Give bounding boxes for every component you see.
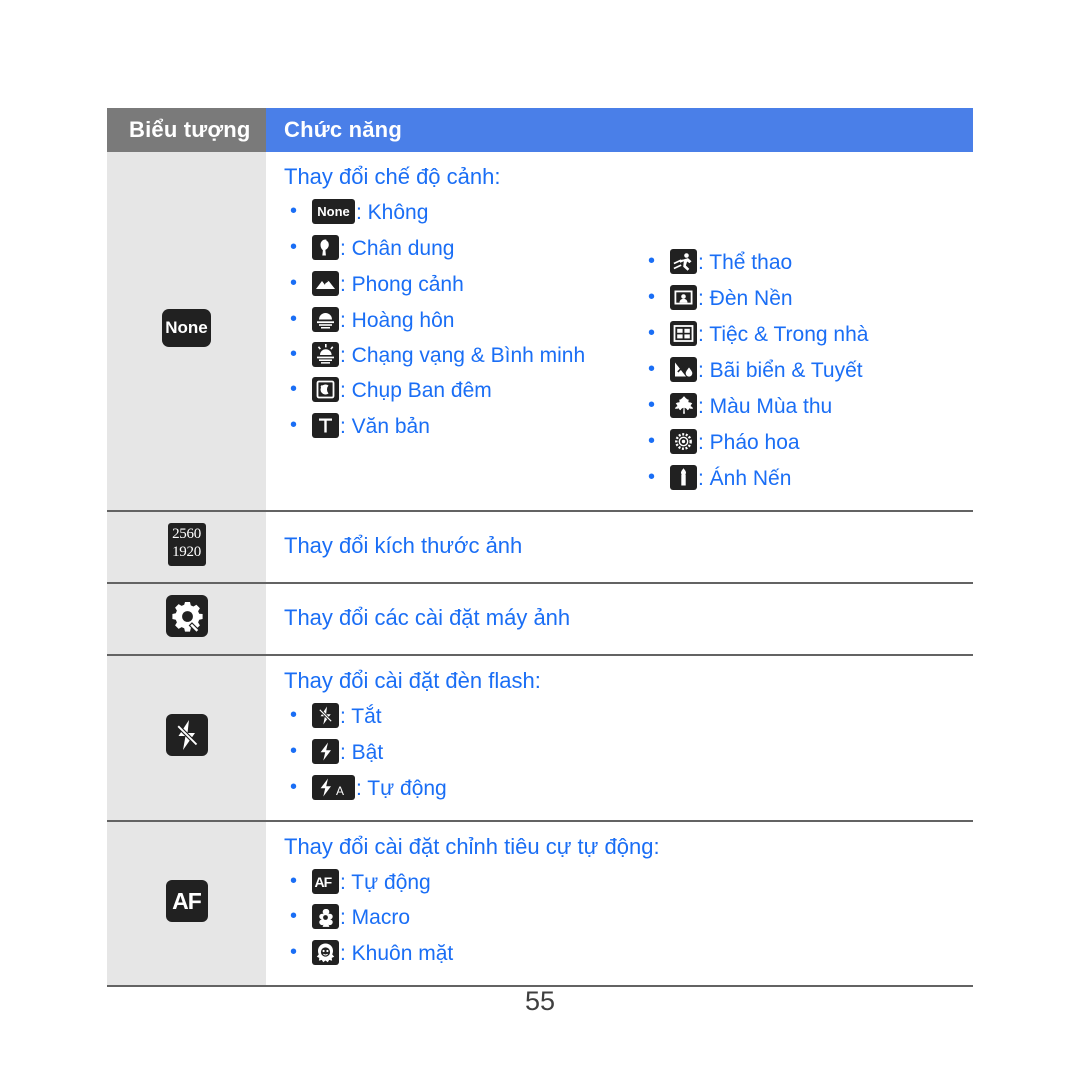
flash-auto-icon: A (312, 774, 355, 800)
scene-none-icon: None (312, 199, 355, 224)
list-item: : Bật (284, 734, 963, 770)
scene-none-icon: None (162, 309, 211, 348)
function-cell-autofocus-settings: Thay đổi cài đặt chỉnh tiêu cự tự động: … (266, 820, 973, 988)
party-icon (670, 320, 697, 346)
list-item: : Chạng vạng & Bình minh (284, 338, 632, 372)
svg-text:A: A (336, 784, 344, 798)
camera-icon-reference-table: Biểu tượng Chức năng None Thay đổi chế đ… (107, 108, 973, 988)
scene-mode-title: Thay đổi chế độ cảnh: (284, 164, 501, 189)
portrait-icon (312, 234, 339, 260)
table-row-scene-mode: None Thay đổi chế độ cảnh: None: Không (107, 152, 973, 512)
text-icon (312, 412, 339, 438)
gear-icon (165, 595, 208, 638)
table-header-row: Biểu tượng Chức năng (107, 108, 973, 152)
svg-text:AF: AF (315, 874, 333, 890)
landscape-icon (312, 270, 339, 296)
autofocus-icon: AF (165, 879, 208, 922)
list-item: : Chụp Ban đêm (284, 372, 634, 408)
flash-options: : Tắt : Bật (284, 698, 963, 806)
flash-settings-title: Thay đổi cài đặt đèn flash: (284, 667, 541, 693)
list-item: : Macro (284, 899, 963, 935)
list-item: : Văn bản (284, 408, 634, 444)
list-item: : Màu Mùa thu (642, 388, 868, 424)
sports-icon (670, 249, 697, 274)
dawn-icon (312, 341, 339, 367)
function-cell-photo-size: Thay đổi kích thước ảnh (266, 510, 973, 584)
list-item: : Phong cảnh (284, 266, 634, 302)
autofocus-settings-title: Thay đổi cài đặt chỉnh tiêu cự tự động: (284, 833, 660, 859)
camera-settings-title: Thay đổi các cài đặt máy ảnh (284, 604, 571, 630)
table-row-camera-settings: Thay đổi các cài đặt máy ảnh (107, 582, 973, 656)
list-item: A : Tự động (284, 770, 963, 806)
af-auto-icon: AF (312, 868, 339, 894)
document-page: Biểu tượng Chức năng None Thay đổi chế đ… (0, 0, 1080, 1080)
list-item: : Bãi biển & Tuyết (642, 352, 868, 388)
header-icon-column: Biểu tượng (107, 108, 266, 152)
page-number: 55 (524, 986, 556, 1016)
list-item: : Đèn Nền (642, 280, 868, 316)
beach-snow-icon (670, 356, 697, 382)
list-item: : Hoàng hôn (284, 302, 634, 338)
autumn-leaf-icon (670, 392, 697, 418)
list-item: None: Không (284, 194, 634, 230)
scene-options-right: : Thể thao : Đèn Nền (642, 244, 868, 496)
table-body: None Thay đổi chế độ cảnh: None: Không (107, 152, 973, 988)
list-item: : Tiệc & Trong nhà (642, 316, 868, 352)
candle-icon (670, 464, 697, 490)
icon-cell-autofocus-settings: AF (107, 820, 266, 988)
icon-cell-flash-settings (107, 654, 266, 822)
table-row-photo-size: 2560 1920 Thay đổi kích thước ảnh (107, 510, 973, 584)
table-header: Biểu tượng Chức năng (107, 108, 973, 152)
function-cell-scene-mode: Thay đổi chế độ cảnh: None: Không (266, 152, 973, 512)
icon-cell-camera-settings (107, 582, 266, 656)
scene-options-left: None: Không : Chân dung (284, 194, 634, 444)
scene-options-columns: None: Không : Chân dung (284, 194, 963, 496)
list-item: AF : Tự động (284, 864, 963, 900)
sunset-icon (312, 306, 339, 332)
firework-icon (670, 428, 697, 454)
resolution-icon: 2560 1920 (167, 522, 206, 566)
macro-flower-icon (312, 904, 339, 930)
face-detect-icon (312, 940, 339, 966)
photo-size-title: Thay đổi kích thước ảnh (284, 532, 523, 558)
flash-on-icon (312, 738, 339, 764)
flash-off-icon (312, 702, 339, 728)
icon-cell-photo-size: 2560 1920 (107, 510, 266, 584)
list-item: : Chân dung (284, 230, 634, 266)
list-item: : Ánh Nến (642, 460, 868, 496)
backlight-icon (670, 284, 697, 310)
flash-off-icon (165, 714, 208, 757)
table-row-autofocus-settings: AF Thay đổi cài đặt chỉnh tiêu cự tự độn… (107, 820, 973, 988)
header-function-column: Chức năng (266, 108, 973, 152)
list-item: : Khuôn mặt (284, 935, 963, 971)
list-item: : Pháo hoa (642, 424, 868, 460)
function-cell-camera-settings: Thay đổi các cài đặt máy ảnh (266, 582, 973, 656)
list-item: : Tắt (284, 698, 963, 734)
table-row-flash-settings: Thay đổi cài đặt đèn flash: : Tắt (107, 654, 973, 822)
function-cell-flash-settings: Thay đổi cài đặt đèn flash: : Tắt (266, 654, 973, 822)
list-item: : Thể thao (642, 244, 868, 280)
night-icon (312, 376, 339, 402)
autofocus-options: AF : Tự động : Macro (284, 864, 963, 972)
icon-cell-scene-mode: None (107, 152, 266, 512)
